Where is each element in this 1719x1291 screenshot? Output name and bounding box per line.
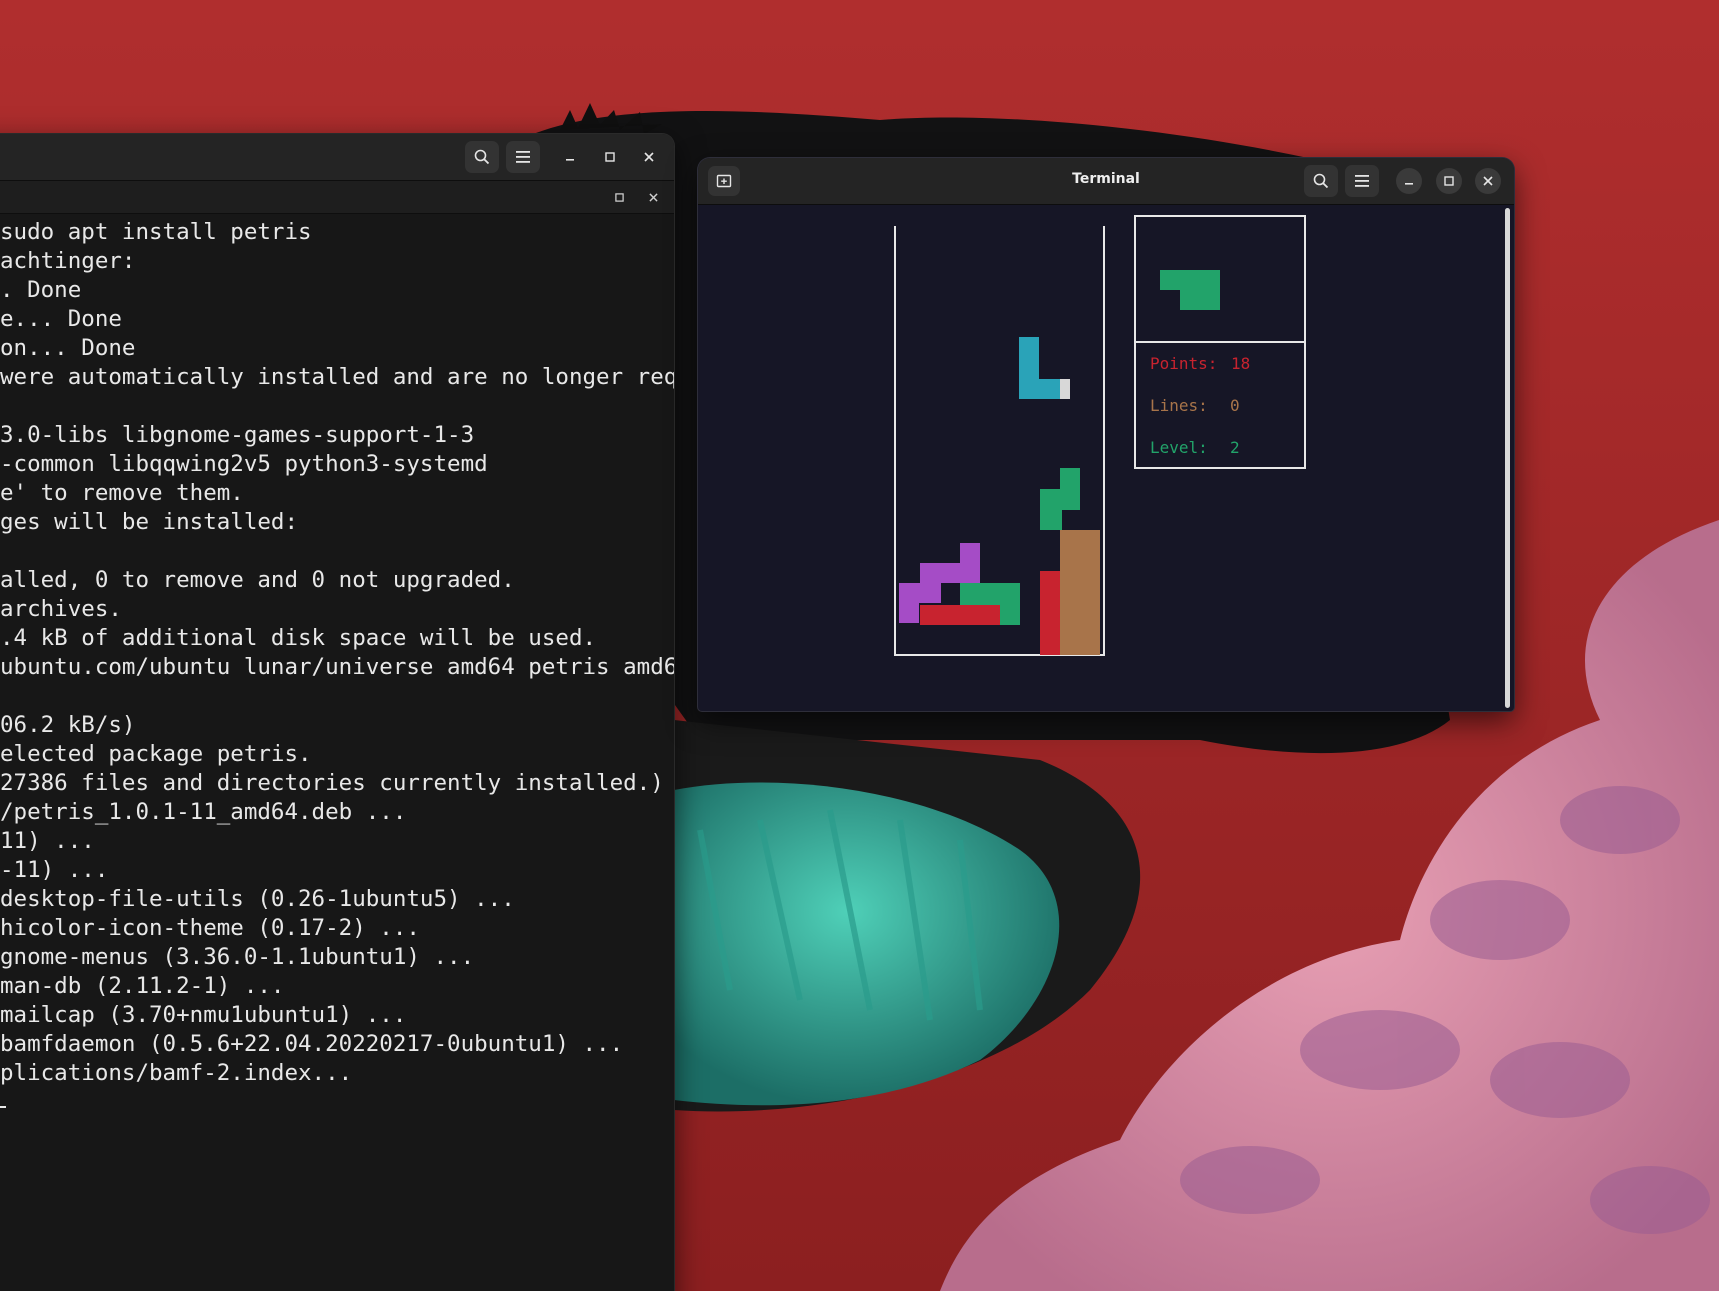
right-maximize-button[interactable] — [1436, 168, 1462, 194]
left-tab-restore-button[interactable] — [606, 184, 632, 210]
terminal-output-line: mailcap (3.70+nmu1ubuntu1) ... — [0, 1002, 407, 1028]
terminal-output-line: 11) ... — [0, 828, 95, 854]
maximize-icon — [605, 152, 615, 162]
terminal-output-line: man-db (2.11.2-1) ... — [0, 973, 285, 999]
right-menu-button[interactable] — [1345, 165, 1379, 197]
stats-panel: Points: 18 Lines: 0 Level: 2 — [1134, 341, 1306, 469]
terminal-output-line: 06.2 kB/s) — [0, 712, 136, 738]
scrollbar[interactable] — [1505, 208, 1510, 708]
lines-value: 0 — [1230, 396, 1240, 415]
left-terminal-headerbar — [0, 134, 674, 181]
minimize-icon — [566, 159, 574, 161]
terminal-output-line: archives. — [0, 596, 122, 622]
level-value: 2 — [1230, 438, 1240, 457]
terminal-output-line: hicolor-icon-theme (0.17-2) ... — [0, 915, 420, 941]
terminal-output-line: plications/bamf-2.index... — [0, 1060, 353, 1086]
terminal-output-line: achtinger: — [0, 248, 136, 274]
terminal-output-line: -11) ... — [0, 857, 109, 883]
falling-piece — [1019, 337, 1070, 399]
search-icon — [474, 149, 490, 165]
hamburger-menu-icon — [516, 151, 530, 163]
window-title: Terminal — [1072, 171, 1140, 187]
close-icon — [1483, 176, 1493, 186]
level-label: Level: — [1150, 438, 1208, 457]
right-minimize-button[interactable] — [1396, 168, 1422, 194]
right-search-button[interactable] — [1304, 165, 1338, 197]
close-icon — [648, 192, 658, 202]
petris-terminal-window: Terminal Points: 18 Lines: 0 Level: 2 — [698, 158, 1514, 711]
left-terminal-window: sudo apt install petris achtinger: . Done e… — [0, 134, 674, 1291]
desktop: sudo apt install petris achtinger: . Done e… — [0, 0, 1719, 1291]
petris-terminal-headerbar: Terminal — [698, 158, 1514, 205]
terminal-output-line: .4 kB of additional disk space will be u… — [0, 625, 597, 651]
minimize-icon — [1405, 183, 1413, 185]
stacked-blocks — [899, 468, 1100, 655]
terminal-output-line: /petris_1.0.1-11_amd64.deb ... — [0, 799, 407, 825]
right-close-button[interactable] — [1475, 168, 1501, 194]
terminal-output-line: e' to remove them. — [0, 480, 244, 506]
terminal-output-line: desktop-file-utils (0.26-1ubuntu5) ... — [0, 886, 515, 912]
left-terminal-tabbar — [0, 181, 674, 214]
terminal-output-line: ges will be installed: — [0, 509, 299, 535]
terminal-output-line: alled, 0 to remove and 0 not upgraded. — [0, 567, 515, 593]
terminal-output-line: elected package petris. — [0, 741, 312, 767]
maximize-icon — [614, 192, 624, 202]
left-tab-close-button[interactable] — [640, 184, 666, 210]
terminal-output-line: sudo apt install petris — [0, 219, 312, 245]
maximize-icon — [1444, 176, 1454, 186]
points-label: Points: — [1150, 354, 1217, 373]
terminal-output-line: on... Done — [0, 335, 136, 361]
terminal-output[interactable]: sudo apt install petris achtinger: . Done e… — [0, 218, 674, 1291]
terminal-output-line: were automatically installed and are no … — [0, 364, 674, 390]
search-icon — [1313, 173, 1329, 189]
left-menu-button[interactable] — [506, 141, 540, 173]
lines-label: Lines: — [1150, 396, 1208, 415]
terminal-output-line: 3.0-libs libgnome-games-support-1-3 — [0, 422, 475, 448]
left-minimize-button[interactable] — [557, 144, 583, 170]
petris-game-area[interactable]: Points: 18 Lines: 0 Level: 2 — [698, 204, 1514, 711]
close-icon — [644, 152, 654, 162]
left-maximize-button[interactable] — [597, 144, 623, 170]
left-search-button[interactable] — [465, 141, 499, 173]
points-value: 18 — [1231, 354, 1250, 373]
left-close-button[interactable] — [636, 144, 662, 170]
terminal-output-line: e... Done — [0, 306, 122, 332]
hamburger-menu-icon — [1355, 175, 1369, 187]
terminal-output-line: 27386 files and directories currently in… — [0, 770, 664, 796]
terminal-output-line: bamfdaemon (0.5.6+22.04.20220217-0ubuntu… — [0, 1031, 624, 1057]
terminal-cursor — [0, 1106, 6, 1108]
next-piece-panel — [1134, 215, 1306, 343]
terminal-output-line: . Done — [0, 277, 82, 303]
terminal-output-line: ubuntu.com/ubuntu lunar/universe amd64 p… — [0, 654, 674, 680]
terminal-output-line: gnome-menus (3.36.0-1.1ubuntu1) ... — [0, 944, 475, 970]
terminal-output-line: -common libqqwing2v5 python3-systemd — [0, 451, 488, 477]
